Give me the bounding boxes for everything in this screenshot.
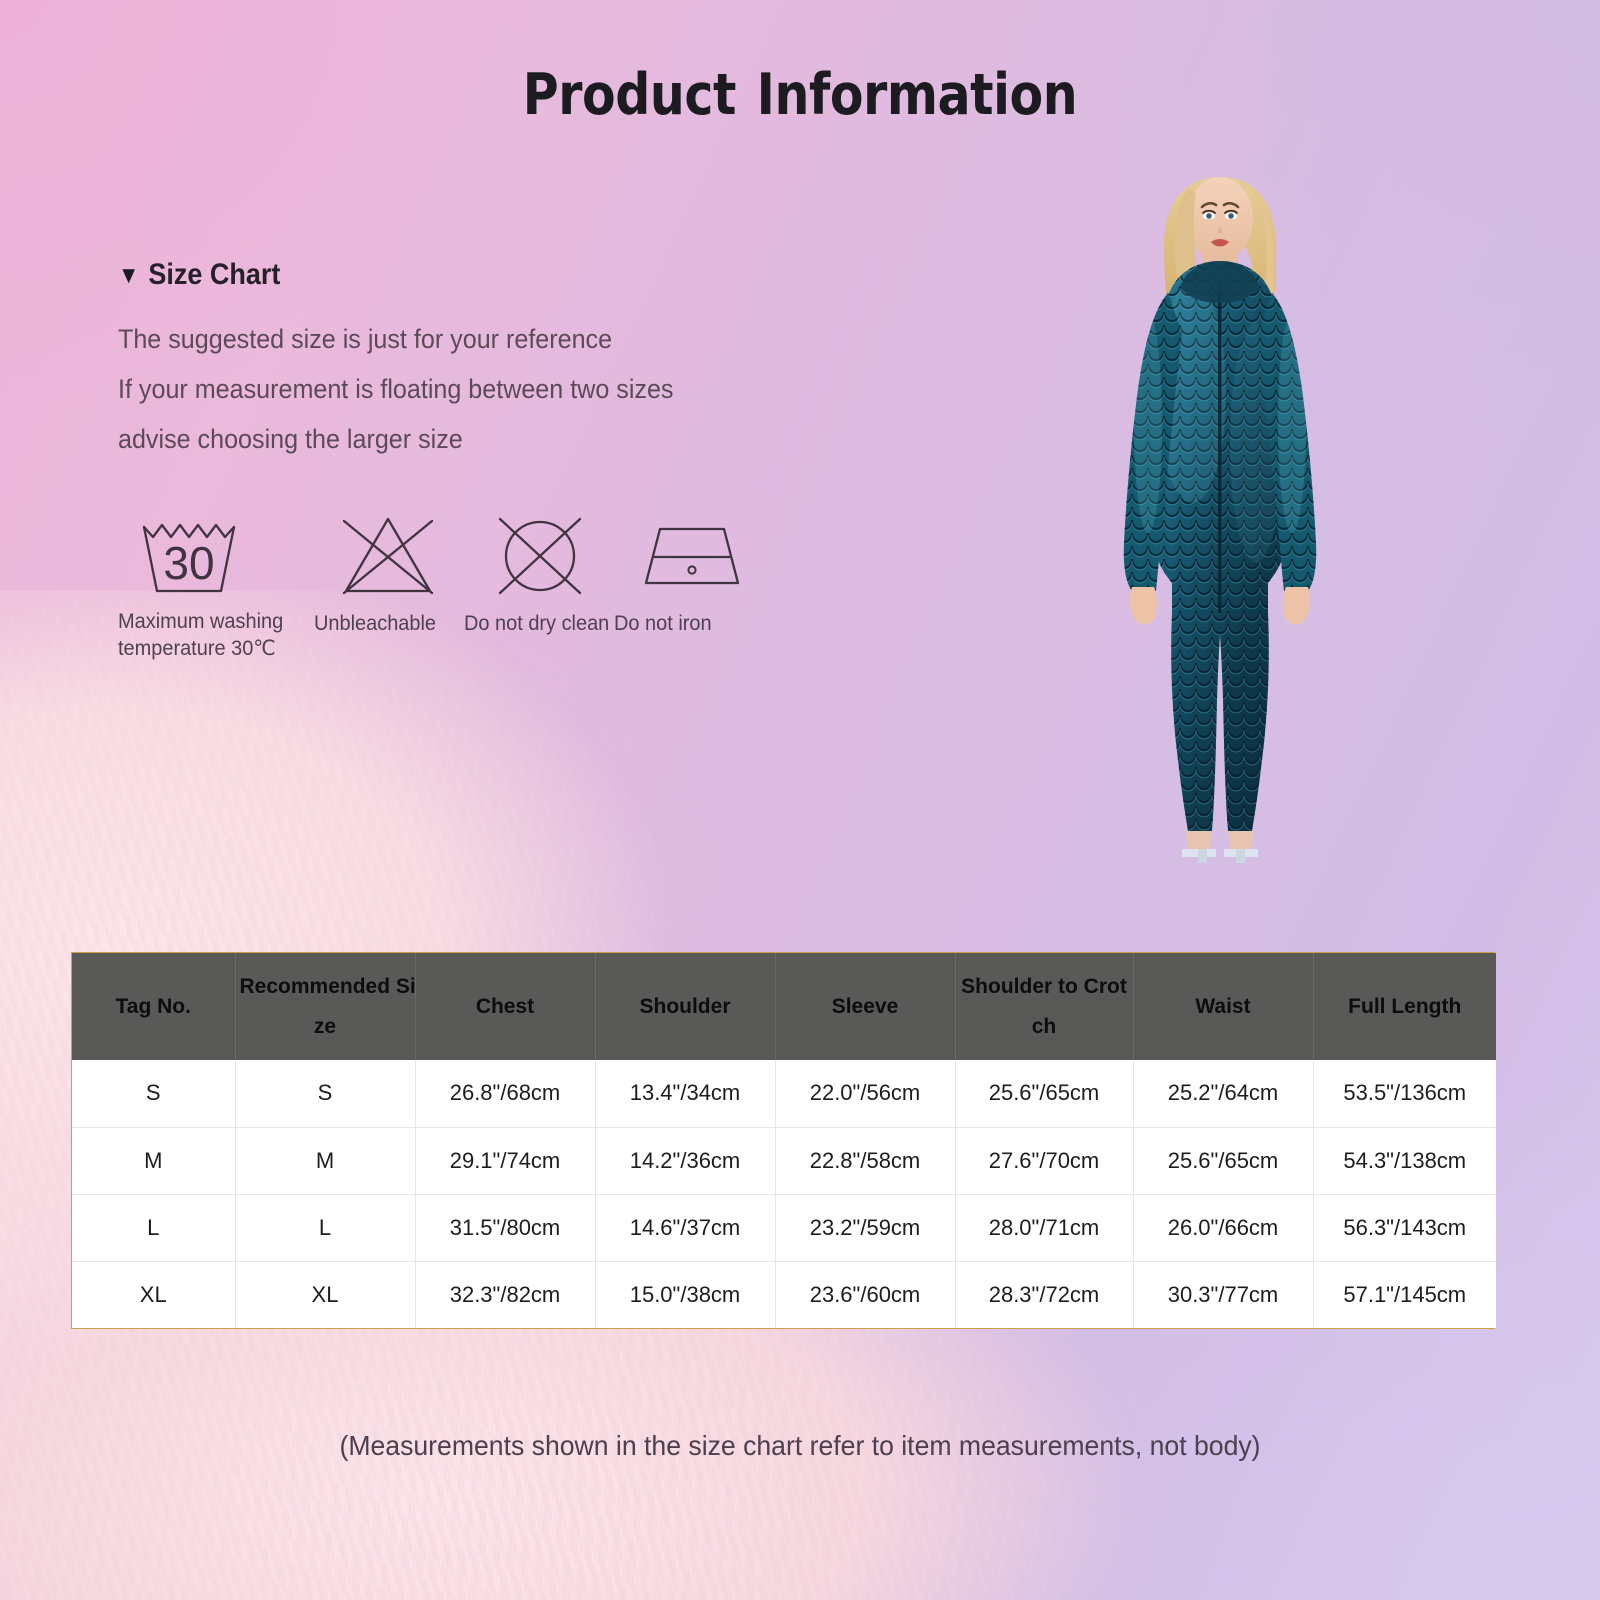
care-symbol-do-not-iron: Do not iron bbox=[614, 512, 764, 637]
care-label-line: Maximum washing bbox=[118, 610, 284, 633]
care-label-line: Do not iron bbox=[614, 612, 712, 635]
size-chart-heading-label: Size Chart bbox=[148, 258, 281, 291]
cell-shoulder: 14.6"/37cm bbox=[595, 1193, 776, 1261]
cell-sleeve: 22.8"/58cm bbox=[775, 1126, 956, 1194]
cell-sleeve: 22.0"/56cm bbox=[775, 1060, 956, 1127]
cell-tag-no: XL bbox=[72, 1260, 236, 1328]
cell-stc: 27.6"/70cm bbox=[955, 1126, 1134, 1194]
cell-full-length: 54.3"/138cm bbox=[1313, 1126, 1496, 1194]
cell-chest: 26.8"/68cm bbox=[415, 1060, 596, 1127]
no-bleach-icon bbox=[314, 512, 464, 598]
column-header-full-length: Full Length bbox=[1313, 953, 1496, 1060]
do-not-iron-icon bbox=[614, 512, 764, 598]
cell-full-length: 56.3"/143cm bbox=[1313, 1193, 1496, 1261]
cell-stc: 25.6"/65cm bbox=[955, 1060, 1134, 1127]
wash-temperature-value: 30 bbox=[163, 537, 214, 589]
cell-waist: 30.3"/77cm bbox=[1133, 1260, 1314, 1328]
care-label-do-not-iron: Do not iron bbox=[614, 608, 757, 637]
table-row: S S 26.8"/68cm 13.4"/34cm 22.0"/56cm 25.… bbox=[72, 1060, 1496, 1127]
cell-waist: 25.6"/65cm bbox=[1133, 1126, 1314, 1194]
measurements-disclaimer: (Measurements shown in the size chart re… bbox=[339, 1430, 1261, 1461]
care-symbol-no-dry-clean: Do not dry clean bbox=[464, 512, 614, 637]
cell-stc: 28.3"/72cm bbox=[955, 1260, 1134, 1328]
model-face bbox=[1187, 177, 1253, 261]
column-header-recommended-size: Recommended Si ze bbox=[235, 953, 416, 1060]
care-label-unbleachable: Unbleachable bbox=[314, 608, 457, 637]
care-symbol-unbleachable: Unbleachable bbox=[314, 512, 464, 637]
care-label-max-wash-temp: Maximum washing temperature 30℃ bbox=[118, 608, 304, 662]
cell-rec-size: M bbox=[235, 1126, 416, 1194]
column-header-shoulder-to-crotch: Shoulder to Crot ch bbox=[955, 953, 1134, 1060]
column-header-waist: Waist bbox=[1133, 953, 1314, 1060]
page-title-word-1: Product bbox=[522, 62, 737, 128]
table-header-row: Tag No. Recommended Si ze Chest Shoulder… bbox=[72, 953, 1496, 1060]
cell-rec-size: XL bbox=[235, 1260, 416, 1328]
care-symbols-row: 30 Maximum washing temperature 30℃ Unble… bbox=[118, 512, 764, 662]
size-chart-heading: ▼ Size Chart bbox=[118, 258, 656, 292]
cell-shoulder: 14.2"/36cm bbox=[595, 1126, 776, 1194]
table-row: XL XL 32.3"/82cm 15.0"/38cm 23.6"/60cm 2… bbox=[72, 1260, 1496, 1328]
care-symbol-max-wash-temp: 30 Maximum washing temperature 30℃ bbox=[118, 512, 314, 662]
cell-chest: 31.5"/80cm bbox=[415, 1193, 596, 1261]
cell-full-length: 57.1"/145cm bbox=[1313, 1260, 1496, 1328]
cell-tag-no: S bbox=[72, 1060, 236, 1127]
column-header-shoulder: Shoulder bbox=[595, 953, 776, 1060]
page-title-word-2: Information bbox=[756, 62, 1078, 128]
column-header-line: ze bbox=[313, 1014, 337, 1038]
cell-shoulder: 13.4"/34cm bbox=[595, 1060, 776, 1127]
no-dry-clean-icon bbox=[464, 512, 614, 598]
care-label-line: Do not dry clean bbox=[464, 612, 610, 635]
care-label-line: Unbleachable bbox=[314, 612, 437, 635]
model-shoe-left bbox=[1182, 831, 1216, 863]
cell-waist: 25.2"/64cm bbox=[1133, 1060, 1314, 1127]
size-chart-table: Tag No. Recommended Si ze Chest Shoulder… bbox=[72, 953, 1496, 1328]
column-header-line: Shoulder to Crot bbox=[961, 974, 1127, 998]
cell-tag-no: L bbox=[72, 1193, 236, 1261]
size-chart-info-block: ▼ Size Chart The suggested size is just … bbox=[118, 258, 715, 464]
page-title: Product Information bbox=[112, 62, 1488, 128]
wash-30-icon: 30 bbox=[118, 512, 314, 598]
column-header-chest: Chest bbox=[415, 953, 596, 1060]
model-shoe-right bbox=[1224, 831, 1258, 863]
care-label-line: temperature 30℃ bbox=[118, 637, 276, 660]
column-header-line: Sleeve bbox=[831, 994, 899, 1018]
cell-waist: 26.0"/66cm bbox=[1133, 1193, 1314, 1261]
model-hand-right bbox=[1283, 587, 1311, 625]
cell-rec-size: S bbox=[235, 1060, 416, 1127]
cell-tag-no: M bbox=[72, 1126, 236, 1194]
column-header-line: ch bbox=[1031, 1014, 1057, 1038]
table-row: L L 31.5"/80cm 14.6"/37cm 23.2"/59cm 28.… bbox=[72, 1193, 1496, 1261]
column-header-line: Full Length bbox=[1348, 994, 1462, 1018]
care-label-no-dry-clean: Do not dry clean bbox=[464, 608, 610, 637]
cell-full-length: 53.5"/136cm bbox=[1313, 1060, 1496, 1127]
size-chart-description: The suggested size is just for your refe… bbox=[118, 314, 673, 464]
cell-shoulder: 15.0"/38cm bbox=[595, 1260, 776, 1328]
cell-rec-size: L bbox=[235, 1193, 416, 1261]
column-header-tag-no: Tag No. bbox=[72, 953, 236, 1060]
cell-chest: 32.3"/82cm bbox=[415, 1260, 596, 1328]
size-chart-table-container: Tag No. Recommended Si ze Chest Shoulder… bbox=[71, 952, 1496, 1329]
chevron-down-icon: ▼ bbox=[118, 262, 140, 289]
column-header-line: Waist bbox=[1195, 994, 1251, 1018]
size-chart-line: The suggested size is just for your refe… bbox=[118, 324, 613, 354]
cell-sleeve: 23.2"/59cm bbox=[775, 1193, 956, 1261]
column-header-line: Recommended Si bbox=[239, 974, 415, 998]
model-hand-left bbox=[1129, 587, 1157, 625]
product-model-photo bbox=[1060, 143, 1380, 863]
column-header-line: Tag No. bbox=[115, 994, 191, 1018]
size-chart-line: If your measurement is floating between … bbox=[118, 374, 674, 404]
column-header-sleeve: Sleeve bbox=[775, 953, 956, 1060]
size-chart-line: advise choosing the larger size bbox=[118, 424, 463, 454]
column-header-line: Chest bbox=[475, 994, 535, 1018]
size-chart-table-head: Tag No. Recommended Si ze Chest Shoulder… bbox=[72, 953, 1496, 1060]
cell-sleeve: 23.6"/60cm bbox=[775, 1260, 956, 1328]
column-header-line: Shoulder bbox=[639, 994, 731, 1018]
table-row: M M 29.1"/74cm 14.2"/36cm 22.8"/58cm 27.… bbox=[72, 1126, 1496, 1194]
size-chart-table-body: S S 26.8"/68cm 13.4"/34cm 22.0"/56cm 25.… bbox=[72, 1060, 1496, 1328]
cell-stc: 28.0"/71cm bbox=[955, 1193, 1134, 1261]
cell-chest: 29.1"/74cm bbox=[415, 1126, 596, 1194]
